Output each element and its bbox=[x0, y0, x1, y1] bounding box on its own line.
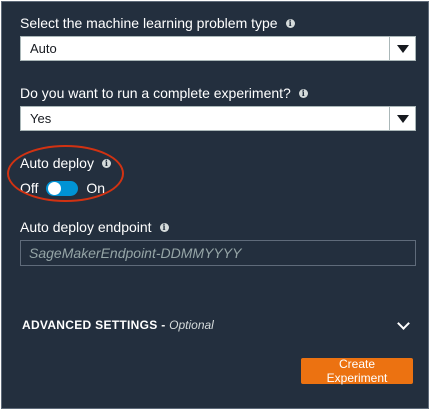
info-icon[interactable]: i bbox=[101, 158, 111, 168]
toggle-on-label: On bbox=[86, 180, 106, 196]
toggle-off-label: Off bbox=[20, 180, 39, 196]
endpoint-input[interactable] bbox=[20, 240, 416, 266]
auto-deploy-toggle-row: Off On bbox=[20, 180, 105, 196]
settings-panel: Select the machine learning problem type… bbox=[1, 1, 429, 409]
problem-type-dropdown-button[interactable] bbox=[389, 37, 415, 60]
complete-experiment-dropdown-button[interactable] bbox=[389, 107, 415, 130]
problem-type-value: Auto bbox=[30, 41, 57, 56]
advanced-settings-header[interactable]: ADVANCED SETTINGS - Optional bbox=[22, 317, 414, 332]
problem-type-select[interactable]: Auto bbox=[20, 36, 416, 61]
create-experiment-button[interactable]: Create Experiment bbox=[301, 357, 413, 385]
problem-type-label: Select the machine learning problem type… bbox=[20, 15, 295, 31]
auto-deploy-toggle[interactable] bbox=[46, 180, 79, 196]
advanced-settings-title: ADVANCED SETTINGS - Optional bbox=[22, 318, 214, 332]
endpoint-label: Auto deploy endpoint i bbox=[20, 219, 169, 235]
auto-deploy-label: Auto deploy i bbox=[20, 155, 111, 171]
caret-down-icon bbox=[396, 44, 409, 53]
chevron-down-icon[interactable] bbox=[397, 317, 410, 330]
info-icon[interactable]: i bbox=[285, 18, 295, 28]
complete-experiment-select[interactable]: Yes bbox=[20, 106, 416, 131]
complete-experiment-value: Yes bbox=[30, 111, 52, 126]
toggle-knob[interactable] bbox=[48, 181, 62, 195]
info-icon[interactable]: i bbox=[159, 222, 169, 232]
caret-down-icon bbox=[396, 114, 409, 123]
complete-experiment-label: Do you want to run a complete experiment… bbox=[20, 85, 308, 101]
info-icon[interactable]: i bbox=[298, 88, 308, 98]
